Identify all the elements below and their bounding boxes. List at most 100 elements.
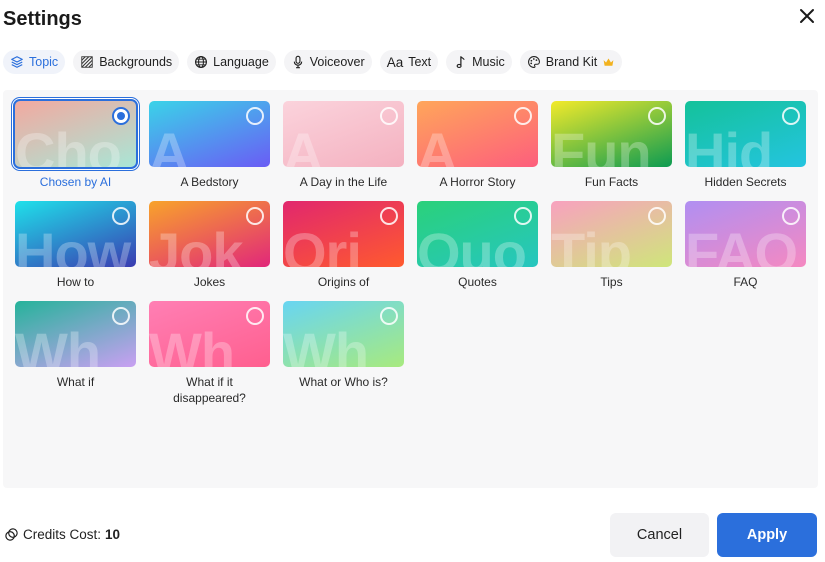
cancel-button[interactable]: Cancel [610, 513, 709, 557]
topic-label: Quotes [458, 275, 497, 289]
topic-label: Origins of [317, 275, 370, 289]
topic-thumbnail: Quo [417, 201, 538, 267]
topic-radio[interactable] [112, 107, 130, 125]
topic-card[interactable]: Jok Jokes [149, 201, 270, 290]
topic-thumbnail: Tip [551, 201, 672, 267]
topic-radio[interactable] [380, 107, 398, 125]
topic-radio[interactable] [246, 207, 264, 225]
topic-label: What if it disappeared? [173, 375, 246, 405]
hatch-icon [81, 56, 93, 68]
coin-icon [5, 528, 18, 541]
topic-card[interactable]: Tip Tips [551, 201, 672, 290]
crown-icon [603, 57, 614, 66]
tab-label: Text [408, 55, 432, 69]
topic-label: Chosen by AI [39, 175, 112, 189]
topic-label: Fun Facts [584, 175, 639, 189]
topic-thumbnail: A [283, 101, 404, 167]
thumbnail-watermark: Wh [149, 321, 235, 368]
tab-label: Voiceover [309, 55, 365, 69]
tab-text[interactable]: Aa Text [379, 50, 439, 74]
topic-radio[interactable] [782, 107, 800, 125]
topic-radio[interactable] [380, 207, 398, 225]
palette-icon [527, 56, 540, 68]
tab-backgrounds[interactable]: Backgrounds [73, 50, 180, 74]
topic-card[interactable]: A A Bedstory [149, 101, 270, 190]
topic-radio[interactable] [514, 107, 532, 125]
topic-label: FAQ [733, 275, 758, 289]
close-button[interactable] [797, 6, 817, 26]
credits-cost: Credits Cost: 10 [4, 527, 120, 542]
topic-thumbnail: Hid [685, 101, 806, 167]
topic-label: How to [56, 275, 95, 289]
thumbnail-watermark: Jok [149, 221, 243, 268]
topic-card[interactable]: Hid Hidden Secrets [685, 101, 806, 190]
tab-label: Music [472, 55, 505, 69]
topic-card[interactable]: Quo Quotes [417, 201, 538, 290]
tab-label: Backgrounds [99, 55, 173, 69]
tab-language[interactable]: Language [187, 50, 276, 74]
topic-thumbnail: A [417, 101, 538, 167]
topic-card[interactable]: A A Day in the Life [283, 101, 404, 190]
layers-icon [11, 56, 23, 68]
tab-music[interactable]: Music [446, 50, 512, 74]
tab-label: Language [213, 55, 269, 69]
thumbnail-watermark: How [15, 221, 131, 268]
globe-icon [195, 56, 208, 68]
close-icon [800, 9, 814, 23]
topic-card[interactable]: How How to [15, 201, 136, 290]
topic-thumbnail: A [149, 101, 270, 167]
tab-voiceover[interactable]: Voiceover [283, 50, 372, 74]
topic-radio[interactable] [112, 307, 130, 325]
topic-card[interactable]: A A Horror Story [417, 101, 538, 190]
topic-card[interactable]: FAQ FAQ [685, 201, 806, 290]
topic-radio[interactable] [246, 107, 264, 125]
topic-radio[interactable] [246, 307, 264, 325]
topic-label: What if [56, 375, 95, 389]
topic-label: What or Who is? [299, 375, 388, 389]
tab-brand-kit[interactable]: Brand Kit [519, 50, 623, 74]
thumbnail-watermark: Tip [551, 221, 632, 268]
topic-card[interactable]: Fun Fun Facts [551, 101, 672, 190]
topic-radio[interactable] [648, 207, 666, 225]
topic-card[interactable]: Wh What if it disappeared? [149, 301, 270, 406]
credits-value: 10 [105, 527, 121, 542]
topic-label: A Day in the Life [299, 175, 388, 189]
topic-label: Jokes [193, 275, 226, 289]
topic-label: A Bedstory [180, 175, 239, 189]
topic-card[interactable]: Wh What if [15, 301, 136, 390]
topic-radio[interactable] [648, 107, 666, 125]
topic-thumbnail: Wh [149, 301, 270, 367]
topic-card[interactable]: Ori Origins of [283, 201, 404, 290]
topic-card[interactable]: Wh What or Who is? [283, 301, 404, 390]
topic-thumbnail: Ori [283, 201, 404, 267]
thumbnail-watermark: Fun [551, 121, 652, 168]
topic-grid: Cho Chosen by AI A A Bedstory A A Day in the … [3, 90, 818, 488]
thumbnail-watermark: Wh [15, 321, 101, 368]
text-aa-icon: Aa [386, 54, 404, 70]
thumbnail-watermark: Hid [685, 121, 773, 168]
tab-label: Brand Kit [545, 55, 598, 69]
thumbnail-watermark: FAQ [685, 221, 798, 268]
credits-label: Credits Cost: [23, 527, 102, 542]
apply-button[interactable]: Apply [717, 513, 817, 557]
thumbnail-watermark: A [417, 121, 457, 168]
tab-label: Topic [29, 55, 59, 69]
topic-radio[interactable] [380, 307, 398, 325]
topic-label: Hidden Secrets [704, 175, 787, 189]
topic-card[interactable]: Cho Chosen by AI [13, 99, 138, 190]
topic-thumbnail: FAQ [685, 201, 806, 267]
topic-radio[interactable] [112, 207, 130, 225]
topic-radio[interactable] [514, 207, 532, 225]
dialog-header: Settings [0, 0, 825, 40]
topic-thumbnail: Fun [551, 101, 672, 167]
tab-bar: Topic Backgrounds Language Voiceover Aa … [3, 50, 623, 74]
thumbnail-watermark: Cho [15, 121, 122, 168]
thumbnail-watermark: Ori [283, 221, 362, 268]
topic-thumbnail: Wh [283, 301, 404, 367]
thumbnail-watermark: A [283, 121, 323, 168]
topic-radio[interactable] [782, 207, 800, 225]
tab-topic[interactable]: Topic [3, 50, 66, 74]
topic-thumbnail: Jok [149, 201, 270, 267]
dialog-title: Settings [3, 8, 82, 30]
topic-thumbnail: How [15, 201, 136, 267]
